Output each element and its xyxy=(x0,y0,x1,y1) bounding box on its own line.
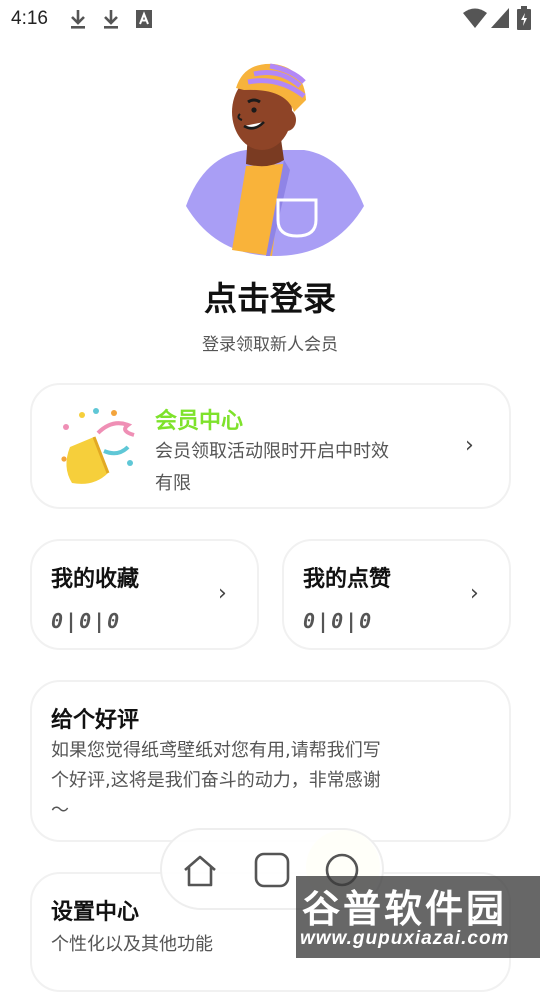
battery-icon xyxy=(517,6,531,30)
review-title: 给个好评 xyxy=(51,708,140,733)
login-title[interactable]: 点击登录 xyxy=(0,272,540,320)
likes-title: 我的点赞 xyxy=(303,567,392,592)
font-a-icon xyxy=(136,10,152,28)
settings-title: 设置中心 xyxy=(51,900,140,925)
review-description: 如果您觉得纸鸢壁纸对您有用,请帮我们写个好评,这将是我们奋斗的动力，非常感谢～ xyxy=(51,740,381,821)
signal-icon xyxy=(491,8,509,28)
favorites-count: 0|0|0 xyxy=(51,609,122,633)
square-icon[interactable] xyxy=(254,852,290,888)
home-icon[interactable] xyxy=(182,854,218,888)
vip-title: 会员中心 xyxy=(155,409,244,434)
watermark-url: www.gupuxiazai.com xyxy=(300,928,510,949)
watermark-text: 谷普软件园 xyxy=(302,887,508,931)
chevron-right-icon: › xyxy=(470,581,479,606)
chevron-right-icon: › xyxy=(218,581,227,606)
avatar[interactable] xyxy=(184,60,366,256)
wifi-icon xyxy=(463,8,487,28)
party-popper-icon xyxy=(61,408,135,484)
chevron-right-icon: › xyxy=(465,433,474,458)
likes-count: 0|0|0 xyxy=(303,609,374,633)
download-icon xyxy=(104,10,118,29)
vip-description: 会员领取活动限时开启中时效有限 xyxy=(155,441,389,494)
vip-center-card[interactable]: 会员中心 会员领取活动限时开启中时效有限 › xyxy=(30,383,511,509)
favorites-title: 我的收藏 xyxy=(51,567,140,592)
favorites-card[interactable]: 我的收藏 0|0|0 › xyxy=(30,539,259,650)
review-card[interactable]: 给个好评 如果您觉得纸鸢壁纸对您有用,请帮我们写个好评,这将是我们奋斗的动力，非… xyxy=(30,680,511,842)
status-time: 4:16 xyxy=(11,8,48,29)
likes-card[interactable]: 我的点赞 0|0|0 › xyxy=(282,539,511,650)
login-subtitle: 登录领取新人会员 xyxy=(202,335,338,355)
watermark: 谷普软件园 www.gupuxiazai.com xyxy=(296,876,540,958)
settings-description: 个性化以及其他功能 xyxy=(51,934,213,955)
status-bar: 4:16 xyxy=(0,0,540,38)
download-icon xyxy=(71,10,85,29)
